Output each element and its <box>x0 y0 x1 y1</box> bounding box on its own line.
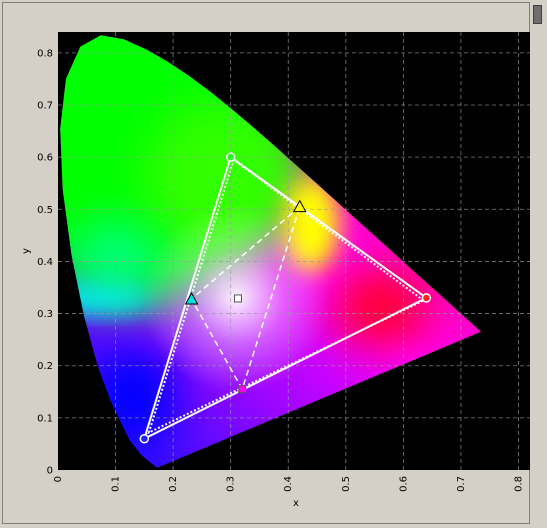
x-axis-ticks: 0 0.1 0.2 0.3 0.4 0.5 0.6 0.7 0.8 <box>53 476 524 492</box>
x-tick-label: 0.5 <box>341 476 352 492</box>
chart-marker-square <box>233 294 242 303</box>
y-tick-label: 0.3 <box>37 309 53 320</box>
x-tick-label: 0 <box>53 476 64 482</box>
x-tick-label: 0.1 <box>111 476 122 492</box>
x-tick-label: 0.6 <box>398 476 409 492</box>
y-axis-label: y <box>21 248 32 254</box>
scrollbar-thumb[interactable] <box>533 5 542 24</box>
x-tick-label: 0.3 <box>226 476 237 492</box>
y-tick-label: 0.8 <box>37 48 53 59</box>
y-tick-label: 0.1 <box>37 413 53 424</box>
y-tick-label: 0 <box>47 466 53 477</box>
y-axis-ticks: 0 0.1 0.2 0.3 0.4 0.5 0.6 0.7 0.8 <box>37 48 53 476</box>
x-tick-label: 0.2 <box>168 476 179 492</box>
y-tick-label: 0.2 <box>37 361 53 372</box>
x-tick-label: 0.7 <box>456 476 467 492</box>
cie-chromaticity-chart: 0 0.1 0.2 0.3 0.4 0.5 0.6 0.7 0.8 00.10.20.30.40… <box>21 32 530 509</box>
x-tick-label: 0.8 <box>513 476 524 492</box>
y-tick-label: 0.6 <box>37 153 53 164</box>
y-tick-label: 0.7 <box>37 101 53 112</box>
chart-marker-square <box>238 385 247 394</box>
x-tick-label: 0.4 <box>283 476 294 492</box>
x-axis-label: x <box>293 498 299 509</box>
y-tick-label: 0.5 <box>37 205 53 216</box>
chart-marker-circle <box>421 293 432 303</box>
y-tick-label: 0.4 <box>37 257 53 268</box>
chart-marker-circle <box>139 433 150 444</box>
chart-marker-circle <box>225 152 236 162</box>
chart-panel: 0 0.1 0.2 0.3 0.4 0.5 0.6 0.7 0.8 0 0.1 0.2 0.3 0.4 0… <box>2 2 530 524</box>
